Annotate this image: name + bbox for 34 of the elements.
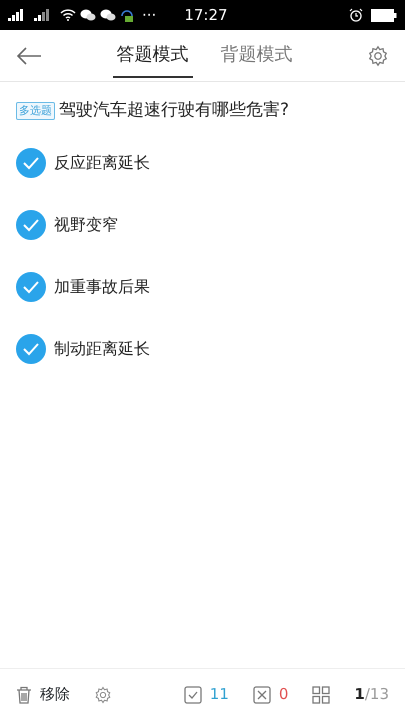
option-checkbox[interactable]	[16, 210, 46, 240]
trash-icon[interactable]	[16, 686, 32, 704]
chat-icon	[80, 8, 96, 22]
back-icon[interactable]	[16, 46, 42, 64]
wifi-icon	[60, 9, 76, 21]
option-checkbox[interactable]	[16, 334, 46, 364]
question-type-tag: 多选题	[16, 102, 55, 120]
question-text: 驾驶汽车超速行驶有哪些危害?	[59, 99, 290, 122]
check-icon	[22, 342, 40, 356]
page-counter: 1/13	[354, 684, 389, 706]
more-indicator: ···	[142, 4, 156, 26]
grid-icon[interactable]	[312, 686, 330, 704]
settings-icon[interactable]	[94, 686, 112, 704]
remove-label[interactable]: 移除	[40, 683, 70, 706]
option-label[interactable]: 加重事故后果	[54, 274, 150, 298]
wrong-count: 0	[278, 684, 288, 706]
battery-icon	[371, 8, 397, 22]
option-checkbox[interactable]	[16, 272, 46, 302]
option-label[interactable]: 制动距离延长	[54, 336, 150, 360]
settings-icon[interactable]	[367, 44, 389, 66]
mode-tab[interactable]: 答题模式	[112, 33, 192, 78]
check-icon	[22, 218, 40, 232]
option-checkbox[interactable]	[16, 148, 46, 178]
cross-box-icon	[252, 686, 271, 704]
check-icon	[22, 156, 40, 170]
mode-tab[interactable]: 背题模式	[216, 33, 296, 78]
option-label[interactable]: 视野变窄	[54, 212, 118, 236]
check-icon	[22, 280, 40, 294]
chat-icon	[100, 8, 116, 22]
correct-count: 11	[210, 684, 229, 706]
clock-time: 17:27	[184, 4, 228, 26]
option-label[interactable]: 反应距离延长	[54, 150, 150, 174]
alarm-icon	[349, 8, 363, 22]
check-box-icon	[184, 686, 202, 704]
